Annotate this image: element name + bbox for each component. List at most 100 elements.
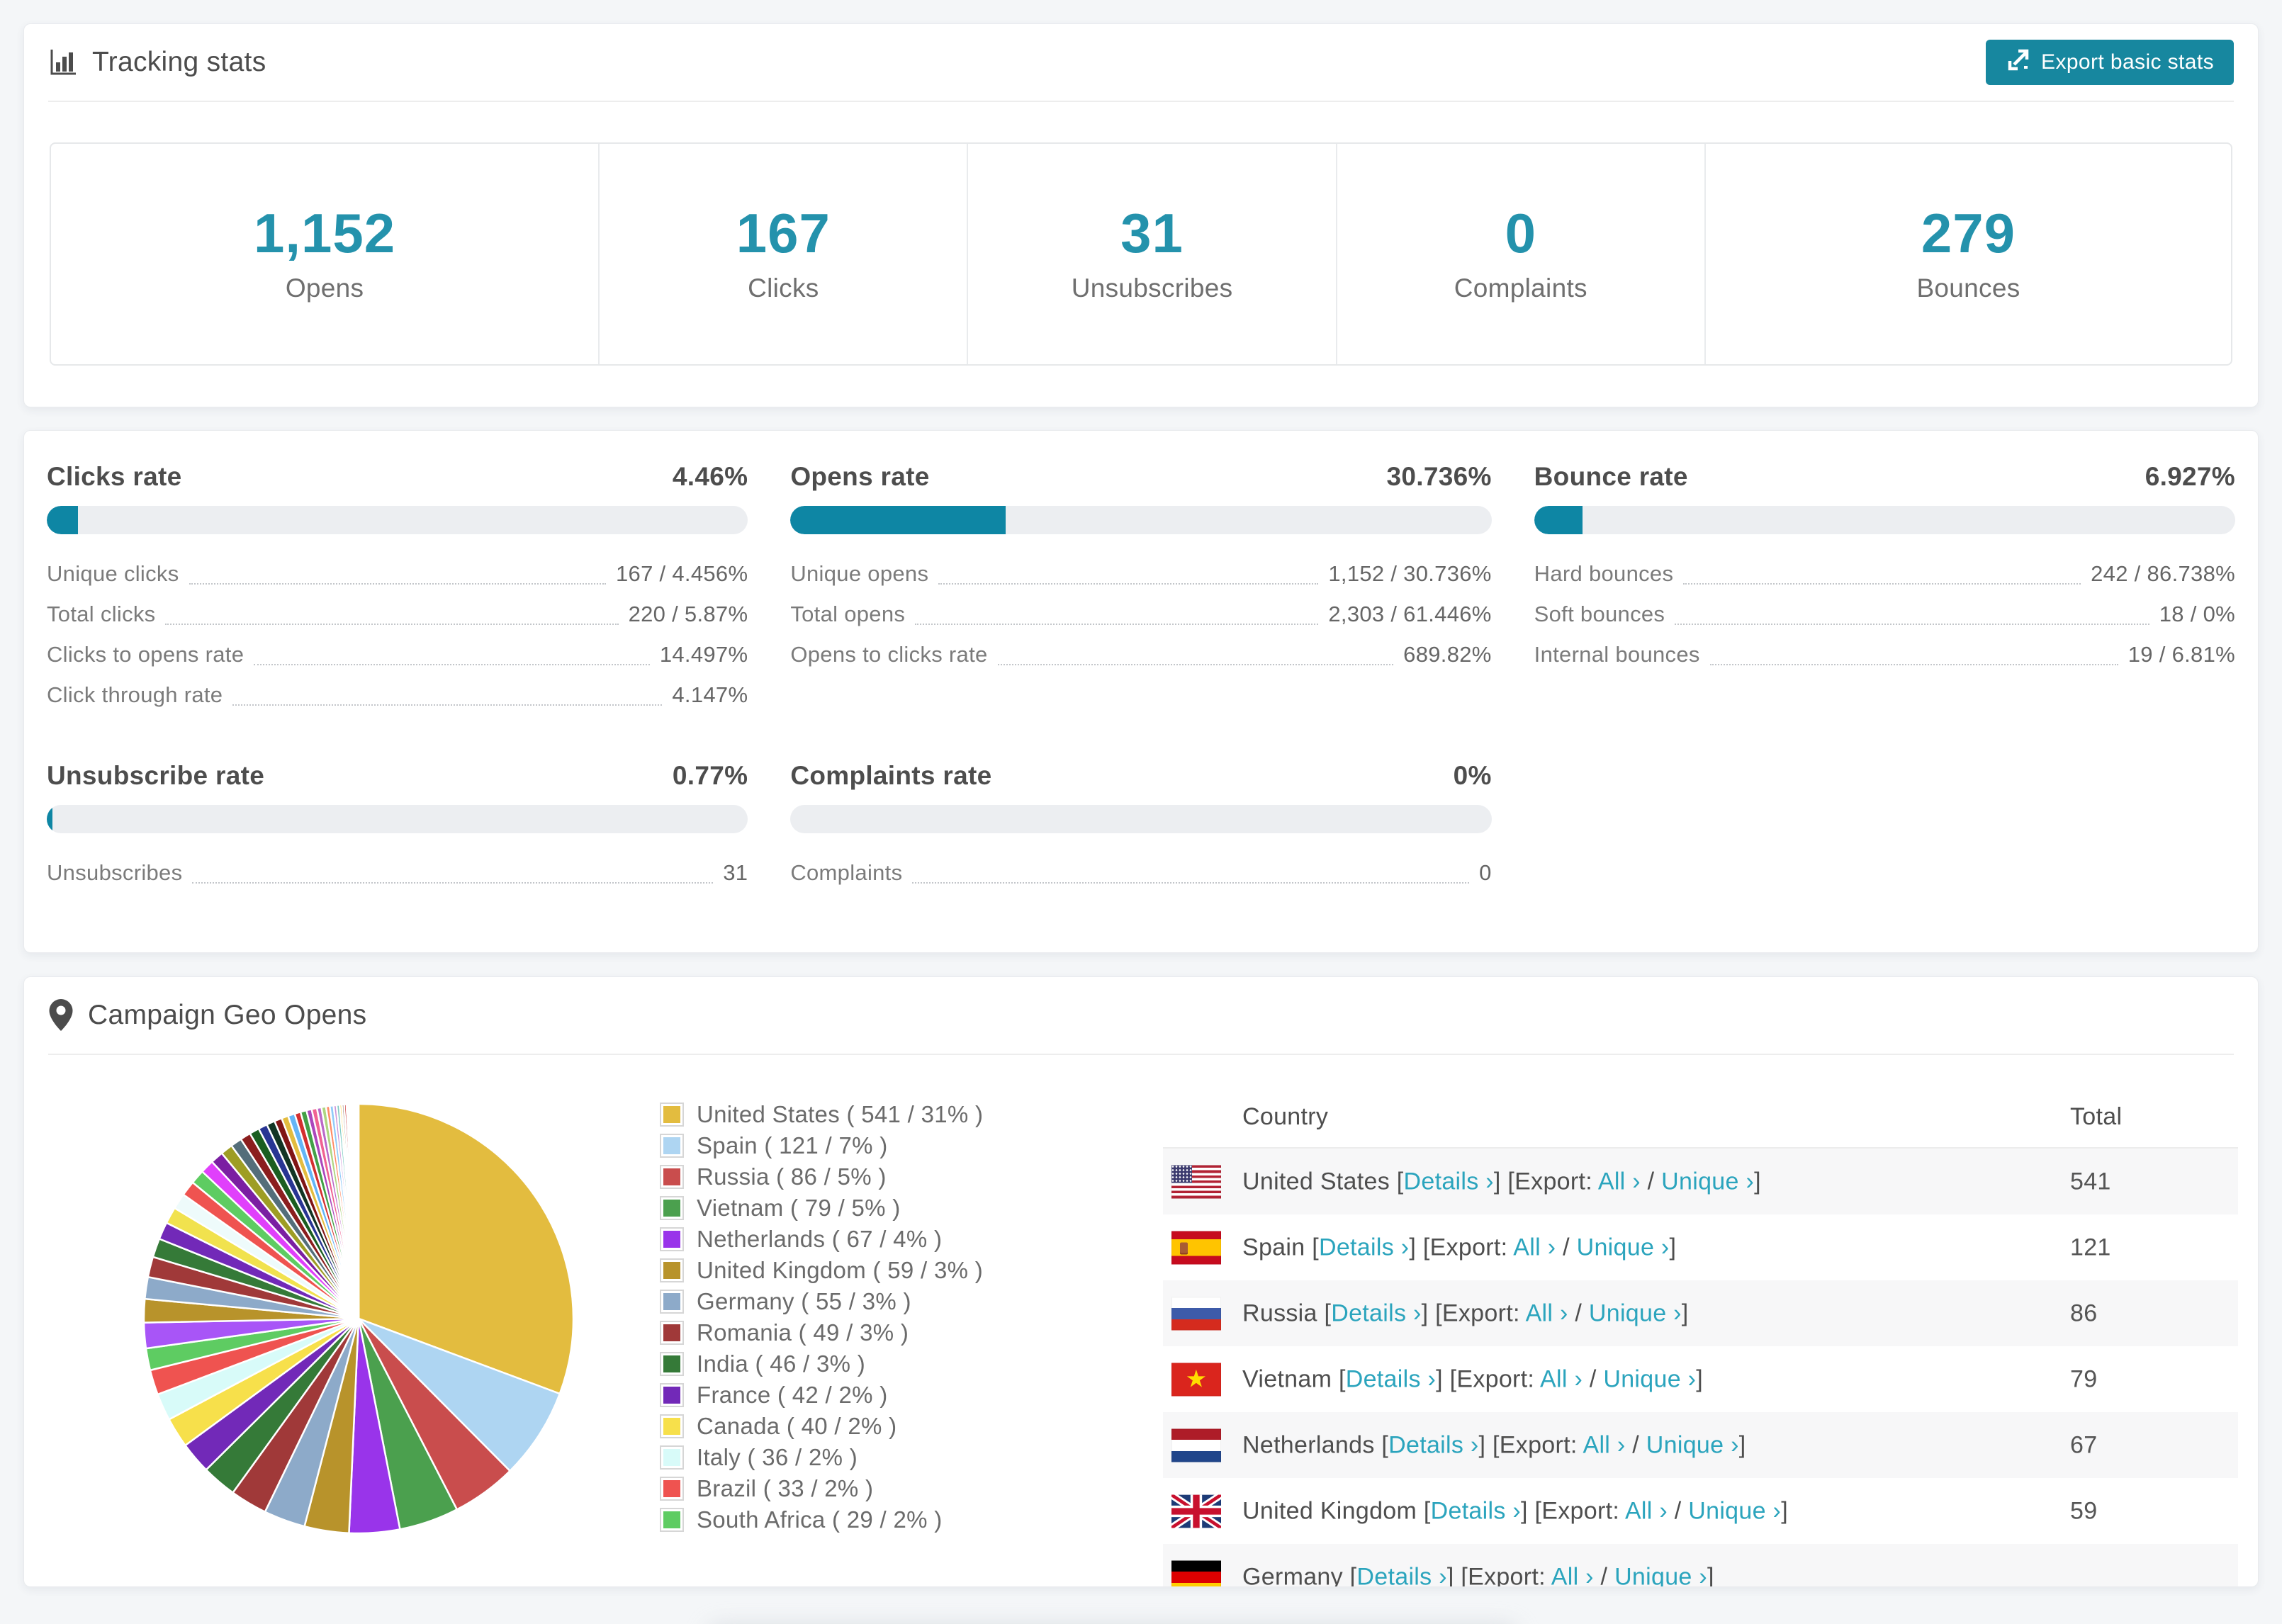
stat-bounces: 279 Bounces [1704,144,2231,364]
detail-value-total-clicks: 220 / 5.87% [628,602,748,626]
legend-item-united-states: United States ( 541 / 31% ) [660,1099,983,1130]
dotted-leader [997,662,1394,665]
geo-row-text-germany: Germany [Details ›] [Export: All › / Uni… [1242,1563,1714,1586]
dotted-leader [189,582,607,585]
detail-row-hard-bounces: Hard bounces 242 / 86.738% [1534,554,2235,594]
column-header-country: Country [1242,1103,1329,1130]
rate-title-bounce: Bounce rate [1534,462,1688,491]
legend-item-india: India ( 46 / 3% ) [660,1348,983,1380]
geo-row-united-states: United States [Details ›] [Export: All ›… [1163,1149,2238,1214]
detail-label-click-through-rate: Click through rate [47,682,223,707]
details-link-united-states[interactable]: Details › [1404,1168,1494,1195]
details-link-russia[interactable]: Details › [1331,1299,1421,1326]
link-separator: / [1640,1168,1662,1195]
export-unique-link-germany[interactable]: Unique › [1614,1563,1707,1586]
export-unique-link-netherlands[interactable]: Unique › [1646,1431,1739,1458]
detail-row-unsubscribes: Unsubscribes 31 [47,853,748,893]
link-separator: / [1668,1497,1689,1524]
export-all-link-united-kingdom[interactable]: All › [1625,1497,1668,1524]
detail-label-unique-opens: Unique opens [790,561,929,586]
rate-block-bounce: Bounce rate 6.927% Hard bounces 242 / 86.73… [1534,462,2235,716]
detail-value-unsubscribes: 31 [723,860,748,885]
rate-block-opens: Opens rate 30.736% Unique opens 1,152 / 30.… [790,462,1492,716]
stat-label-opens: Opens [285,273,364,303]
bracket: ] [1681,1299,1689,1326]
detail-value-soft-bounces: 18 / 0% [2159,602,2235,626]
geo-row-germany: Germany [Details ›] [Export: All › / Uni… [1163,1544,2238,1586]
details-link-vietnam[interactable]: Details › [1346,1365,1436,1392]
stat-value-clicks: 167 [736,201,831,264]
stat-value-bounces: 279 [1921,201,2016,264]
bracket: ] [Export: [1478,1431,1583,1458]
export-icon [2006,47,2031,78]
rate-progressbar-fill-bounce [1534,506,1583,534]
rate-title-unsubscribe: Unsubscribe rate [47,761,265,790]
export-all-link-russia[interactable]: All › [1526,1299,1568,1326]
rate-details-opens: Unique opens 1,152 / 30.736% Total opens 2,… [790,554,1491,675]
flag-united-kingdom [1171,1494,1221,1528]
export-basic-stats-button[interactable]: Export basic stats [1986,40,2234,85]
bracket: [ [1324,1299,1332,1326]
legend-item-brazil: Brazil ( 33 / 2% ) [660,1473,983,1504]
legend-label-india: India ( 46 / 3% ) [697,1350,866,1377]
geo-row-vietnam: Vietnam [Details ›] [Export: All › / Uni… [1163,1346,2238,1412]
flag-vietnam [1171,1363,1221,1396]
bracket: ] [1781,1497,1788,1524]
rate-progressbar-clicks [47,506,748,534]
tracking-stats-title-wrap: Tracking stats [48,47,266,78]
dotted-leader [165,622,619,625]
legend-label-vietnam: Vietnam ( 79 / 5% ) [697,1195,901,1221]
stat-unsubscribes: 31 Unsubscribes [967,144,1335,364]
export-all-link-netherlands[interactable]: All › [1583,1431,1625,1458]
bracket: [ [1312,1234,1319,1261]
details-link-germany[interactable]: Details › [1356,1563,1446,1586]
bracket: ] [Export: [1493,1168,1598,1195]
detail-row-total-clicks: Total clicks 220 / 5.87% [47,594,748,635]
legend-swatch-italy [660,1445,684,1470]
stat-label-bounces: Bounces [1916,273,2020,303]
export-unique-link-united-states[interactable]: Unique › [1661,1168,1754,1195]
stat-label-clicks: Clicks [748,273,819,303]
rate-head-opens: Opens rate 30.736% [790,462,1491,491]
geo-row-text-netherlands: Netherlands [Details ›] [Export: All › /… [1242,1431,1746,1459]
export-unique-link-vietnam[interactable]: Unique › [1603,1365,1696,1392]
legend-label-brazil: Brazil ( 33 / 2% ) [697,1475,874,1501]
rate-progressbar-opens [790,506,1492,534]
export-button-label: Export basic stats [2041,50,2214,74]
rate-block-unsubscribe: Unsubscribe rate 0.77% Unsubscribes 31 [47,761,748,893]
export-all-link-spain[interactable]: All › [1513,1234,1556,1261]
legend-item-france: France ( 42 / 2% ) [660,1380,983,1411]
export-all-link-vietnam[interactable]: All › [1540,1365,1583,1392]
dotted-leader [915,622,1319,625]
export-unique-link-united-kingdom[interactable]: Unique › [1688,1497,1781,1524]
legend-swatch-russia [660,1165,684,1189]
legend-swatch-south-africa [660,1508,684,1532]
legend-swatch-canada [660,1414,684,1438]
details-link-netherlands[interactable]: Details › [1388,1431,1478,1458]
export-unique-link-russia[interactable]: Unique › [1589,1299,1682,1326]
dotted-leader [1709,662,2118,665]
stat-opens: 1,152 Opens [51,144,598,364]
rate-details-unsubscribe: Unsubscribes 31 [47,853,748,893]
rates-grid: Clicks rate 4.46% Unique clicks 167 / 4.456… [24,431,2258,893]
flag-russia [1171,1297,1221,1330]
details-link-united-kingdom[interactable]: Details › [1431,1497,1521,1524]
geo-opens-table: Country Total United States [Details ›] … [1163,1090,2238,1586]
rate-value-complaints: 0% [1453,761,1492,790]
export-unique-link-spain[interactable]: Unique › [1577,1234,1670,1261]
dotted-leader [232,703,663,706]
stat-label-unsubscribes: Unsubscribes [1071,273,1233,303]
bracket: ] [1738,1431,1746,1458]
details-link-spain[interactable]: Details › [1319,1234,1409,1261]
detail-row-total-opens: Total opens 2,303 / 61.446% [790,594,1491,635]
rate-progressbar-unsubscribe [47,805,748,833]
export-all-link-united-states[interactable]: All › [1598,1168,1641,1195]
detail-label-unsubscribes: Unsubscribes [47,860,183,885]
stat-value-complaints: 0 [1505,201,1536,264]
bracket: [ [1338,1365,1346,1392]
detail-value-hard-bounces: 242 / 86.738% [2091,561,2235,586]
stat-clicks: 167 Clicks [598,144,967,364]
geo-total-russia: 86 [2070,1299,2098,1326]
export-all-link-germany[interactable]: All › [1551,1563,1594,1586]
detail-value-clicks-to-opens-rate: 14.497% [659,642,748,667]
